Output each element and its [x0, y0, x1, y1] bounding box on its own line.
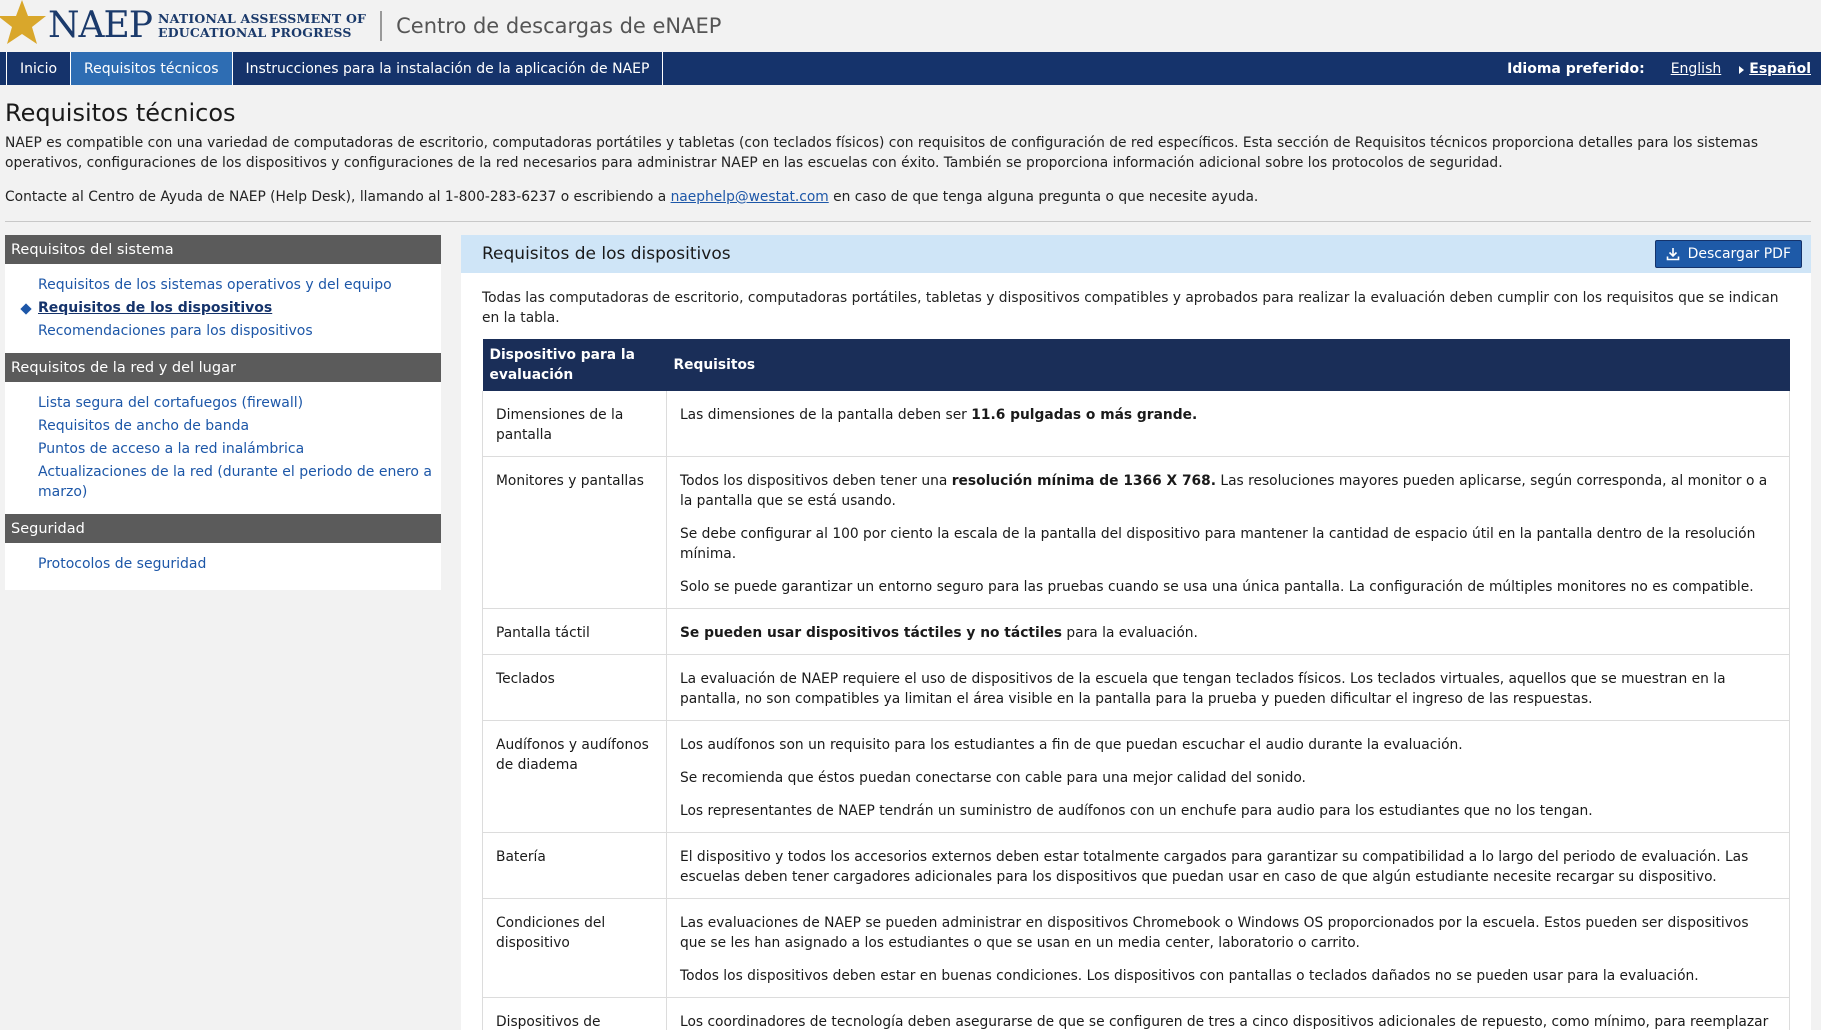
table-row: Dispositivos de repuesto Los coordinador…: [482, 997, 1790, 1030]
help-email-link[interactable]: naephelp@westat.com: [671, 189, 829, 205]
main-nav: Inicio Requisitos técnicos Instrucciones…: [0, 52, 1821, 85]
device-cell: Audífonos y audífonos de diadema: [482, 720, 667, 833]
requirements-cell: Las dimensiones de la pantalla deben ser…: [666, 391, 1790, 457]
requirement-text: Se pueden usar dispositivos táctiles y n…: [680, 623, 1776, 643]
contact-text-after: en caso de que tenga alguna pregunta o q…: [828, 189, 1259, 205]
naep-logo[interactable]: NAEP NATIONAL ASSESSMENT OF EDUCATIONAL …: [0, 0, 366, 52]
requirements-cell: Los audífonos son un requisito para los …: [666, 720, 1790, 833]
requirement-text: Los audífonos son un requisito para los …: [680, 737, 1463, 753]
main-panel-title: Requisitos de los dispositivos: [482, 244, 731, 264]
table-row: Batería El dispositivo y todos los acces…: [482, 832, 1790, 899]
sidebar-item-actualizaciones-red[interactable]: Actualizaciones de la red (durante el pe…: [38, 461, 441, 504]
download-icon: [1666, 248, 1679, 261]
sidebar-heading-seguridad: Seguridad: [5, 514, 441, 543]
language-spanish-link[interactable]: Español: [1739, 61, 1811, 77]
table-row: Audífonos y audífonos de diadema Los aud…: [482, 720, 1790, 833]
requirement-text: El dispositivo y todos los accesorios ex…: [680, 849, 1749, 885]
logo-naep-text: NAEP: [48, 5, 153, 46]
main-panel-header: Requisitos de los dispositivos Descargar…: [461, 235, 1811, 273]
download-pdf-label: Descargar PDF: [1687, 246, 1791, 262]
table-header-requirements: Requisitos: [666, 339, 1790, 391]
requirements-cell: La evaluación de NAEP requiere el uso de…: [666, 654, 1790, 721]
nav-item-requisitos-tecnicos[interactable]: Requisitos técnicos: [70, 52, 233, 85]
table-header-row: Dispositivo para la evaluación Requisito…: [482, 339, 1790, 391]
requirements-cell: Se pueden usar dispositivos táctiles y n…: [666, 608, 1790, 655]
table-row: Condiciones del dispositivo Las evaluaci…: [482, 898, 1790, 998]
requirement-text: Solo se puede garantizar un entorno segu…: [680, 579, 1754, 595]
sidebar-list-sistema: Requisitos de los sistemas operativos y …: [5, 264, 441, 353]
requirement-text-part: Todos los dispositivos deben tener una: [680, 473, 952, 489]
page-title: Requisitos técnicos: [5, 99, 236, 127]
requirement-bold-text: 11.6 pulgadas o más grande.: [971, 407, 1198, 423]
requirement-text-part: para la evaluación.: [1062, 625, 1198, 641]
requirement-text-part: Las dimensiones de la pantalla deben ser: [680, 407, 972, 423]
sidebar-item-recomendaciones[interactable]: Recomendaciones para los dispositivos: [38, 320, 441, 343]
nav-item-instrucciones[interactable]: Instrucciones para la instalación de la …: [231, 52, 664, 85]
table-row: Pantalla táctil Se pueden usar dispositi…: [482, 608, 1790, 655]
table-row: Monitores y pantallas Todos los disposit…: [482, 456, 1790, 609]
requirement-text: Los representantes de NAEP tendrán un su…: [680, 803, 1593, 819]
sidebar-item-sistemas-operativos[interactable]: Requisitos de los sistemas operativos y …: [38, 274, 441, 297]
content-area: Requisitos del sistema Requisitos de los…: [0, 222, 1821, 1030]
device-cell: Teclados: [482, 654, 667, 721]
table-row: Dimensiones de la pantalla Las dimension…: [482, 391, 1790, 457]
intro-paragraph: NAEP es compatible con una variedad de c…: [5, 135, 1759, 171]
requirement-text: Los coordinadores de tecnología deben as…: [680, 1014, 1769, 1030]
sidebar-list-seguridad: Protocolos de seguridad: [5, 543, 441, 590]
requirements-cell: Todos los dispositivos deben tener una r…: [666, 456, 1790, 609]
sidebar-heading-sistema: Requisitos del sistema: [5, 235, 441, 264]
requirement-bold-text: Se pueden usar dispositivos táctiles y n…: [680, 625, 1063, 641]
requirement-text: Se recomienda que éstos puedan conectars…: [680, 770, 1306, 786]
table-row: Teclados La evaluación de NAEP requiere …: [482, 654, 1790, 721]
requirement-text: Las dimensiones de la pantalla deben ser…: [680, 405, 1776, 425]
requirements-cell: Los coordinadores de tecnología deben as…: [666, 997, 1790, 1030]
requirement-text: Todos los dispositivos deben estar en bu…: [680, 968, 1699, 984]
main-description: Todas las computadoras de escritorio, co…: [482, 290, 1779, 326]
device-cell: Monitores y pantallas: [482, 456, 667, 609]
sidebar-heading-red: Requisitos de la red y del lugar: [5, 353, 441, 382]
language-english-link[interactable]: English: [1671, 61, 1722, 77]
sidebar-item-protocolos[interactable]: Protocolos de seguridad: [38, 553, 441, 576]
requirement-text: Las evaluaciones de NAEP se pueden admin…: [680, 915, 1749, 951]
requirement-bold-text: resolución mínima de 1366 X 768.: [951, 473, 1217, 489]
sidebar: Requisitos del sistema Requisitos de los…: [5, 235, 441, 590]
download-pdf-button[interactable]: Descargar PDF: [1654, 240, 1802, 268]
device-cell: Pantalla táctil: [482, 608, 667, 655]
requirement-text: Se debe configurar al 100 por ciento la …: [680, 526, 1756, 562]
sidebar-list-red: Lista segura del cortafuegos (firewall) …: [5, 382, 441, 514]
logo-subtitle: NATIONAL ASSESSMENT OF EDUCATIONAL PROGR…: [158, 12, 366, 40]
requirement-text: Todos los dispositivos deben tener una r…: [680, 471, 1776, 511]
device-cell: Dimensiones de la pantalla: [482, 391, 667, 457]
sidebar-item-puntos-acceso[interactable]: Puntos de acceso a la red inalámbrica: [38, 438, 441, 461]
star-icon: [0, 0, 58, 52]
logo-subtitle-line1: NATIONAL ASSESSMENT OF: [158, 11, 367, 26]
requirements-cell: Las evaluaciones de NAEP se pueden admin…: [666, 898, 1790, 998]
site-header: NAEP NATIONAL ASSESSMENT OF EDUCATIONAL …: [0, 0, 1821, 52]
main-panel: Requisitos de los dispositivos Descargar…: [461, 235, 1811, 1030]
nav-item-inicio[interactable]: Inicio: [6, 52, 72, 85]
language-selector: Idioma preferido: English Español: [1507, 52, 1821, 85]
sidebar-item-cortafuegos[interactable]: Lista segura del cortafuegos (firewall): [38, 392, 441, 415]
requirement-text: La evaluación de NAEP requiere el uso de…: [680, 671, 1726, 707]
header-divider: [380, 11, 383, 41]
contact-paragraph: Contacte al Centro de Ayuda de NAEP (Hel…: [5, 187, 1816, 207]
device-cell: Dispositivos de repuesto: [482, 997, 667, 1030]
requirements-cell: El dispositivo y todos los accesorios ex…: [666, 832, 1790, 899]
device-cell: Batería: [482, 832, 667, 899]
contact-text-before: Contacte al Centro de Ayuda de NAEP (Hel…: [5, 189, 671, 205]
device-cell: Condiciones del dispositivo: [482, 898, 667, 998]
language-label: Idioma preferido:: [1507, 60, 1645, 77]
site-title: Centro de descargas de eNAEP: [396, 14, 722, 38]
sidebar-item-ancho-banda[interactable]: Requisitos de ancho de banda: [38, 415, 441, 438]
requirements-table: Dispositivo para la evaluación Requisito…: [482, 339, 1790, 1030]
table-header-device: Dispositivo para la evaluación: [482, 339, 667, 391]
main-panel-body: Todas las computadoras de escritorio, co…: [461, 273, 1811, 1030]
intro-section: Requisitos técnicos NAEP es compatible c…: [0, 85, 1821, 207]
sidebar-item-requisitos-dispositivos[interactable]: Requisitos de los dispositivos: [38, 297, 441, 320]
logo-subtitle-line2: EDUCATIONAL PROGRESS: [158, 25, 352, 40]
